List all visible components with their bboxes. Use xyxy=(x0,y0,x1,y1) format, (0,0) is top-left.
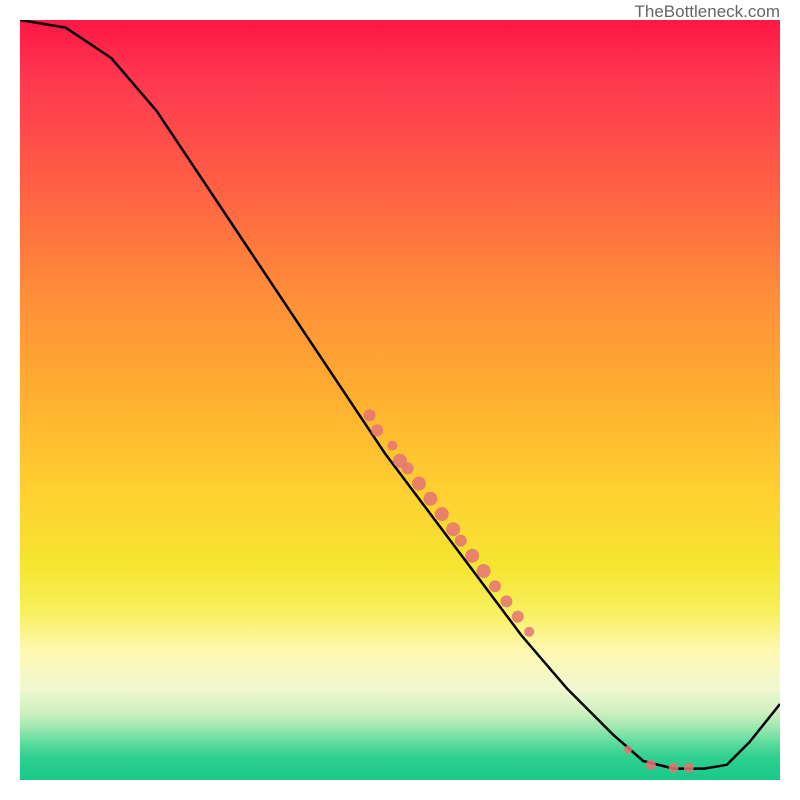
bottleneck-chart: TheBottleneck.com xyxy=(0,0,800,800)
gradient-background xyxy=(20,20,780,780)
attribution-watermark: TheBottleneck.com xyxy=(634,2,780,22)
